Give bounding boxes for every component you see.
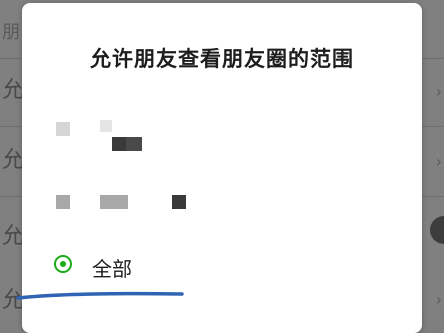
background-divider (0, 196, 22, 197)
background-text-fragment: 朋 (2, 22, 20, 43)
pixelated-text (100, 120, 112, 132)
pixelated-text (112, 137, 126, 151)
background-divider (0, 58, 22, 59)
radio-selected-icon[interactable] (54, 255, 72, 273)
chevron-right-icon: › (435, 290, 442, 309)
background-divider (422, 126, 444, 127)
background-text-fragment: 允 (2, 224, 25, 249)
chevron-right-icon: › (435, 82, 442, 101)
dialog-title: 允许朋友查看朋友圈的范围 (90, 47, 354, 71)
pixelated-text (126, 137, 142, 151)
visibility-range-dialog: 允许朋友查看朋友圈的范围 全部 (22, 3, 422, 333)
background-text-fragment: 允 (2, 78, 25, 103)
background-divider (422, 58, 444, 59)
background-avatar (430, 216, 444, 244)
pixelated-text (56, 195, 70, 209)
hand-drawn-underline (16, 291, 184, 300)
background-text-fragment: 允 (2, 148, 25, 173)
background-divider (422, 196, 444, 197)
background-divider (0, 126, 22, 127)
pixelated-text (100, 195, 128, 209)
option-label-all: 全部 (92, 257, 132, 281)
radio-dot (60, 261, 66, 267)
chevron-right-icon: › (435, 152, 442, 171)
pixelated-text (172, 195, 186, 209)
pixelated-text (56, 122, 70, 136)
